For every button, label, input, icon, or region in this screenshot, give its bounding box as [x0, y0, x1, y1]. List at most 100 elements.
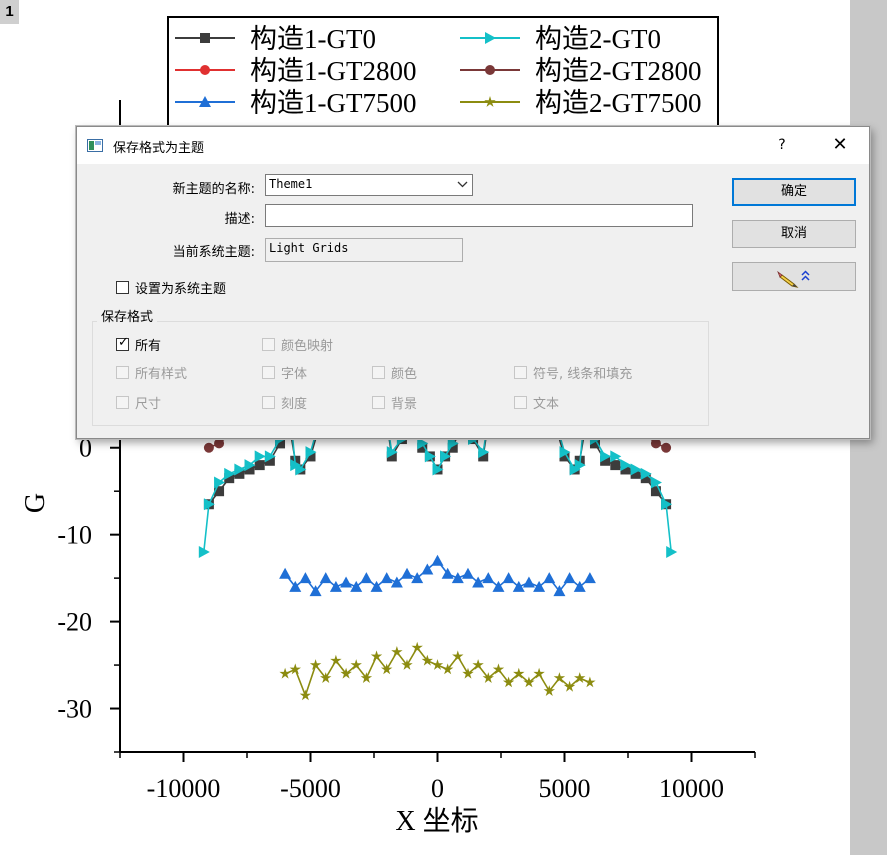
y-tick-label: -20 [57, 608, 92, 637]
data-point [522, 576, 535, 588]
data-point [502, 572, 515, 584]
checkbox-box[interactable] [372, 366, 385, 379]
data-point [203, 442, 214, 453]
data-point [666, 546, 678, 559]
data-point [431, 554, 444, 566]
layer-indicator[interactable]: 1 [0, 0, 19, 24]
data-point [401, 567, 414, 579]
help-button[interactable]: ? [767, 131, 797, 159]
legend-label[interactable]: 构造1-GT7500 [250, 88, 416, 118]
dialog-titlebar[interactable]: 保存格式为主题 ? ✕ [77, 127, 869, 164]
data-point [583, 572, 596, 584]
theme-name-label: 新主题的名称: [172, 182, 255, 197]
data-point [380, 572, 393, 584]
option-size-checkbox[interactable]: 尺寸 [116, 393, 161, 412]
data-point [214, 438, 225, 449]
data-point [461, 567, 474, 579]
cancel-button[interactable]: 取消 [732, 220, 856, 248]
y-tick-label: -30 [57, 695, 92, 724]
edit-expand-button[interactable] [732, 262, 856, 291]
option-background-checkbox[interactable]: 背景 [372, 393, 417, 412]
option-symbol-line-fill-label: 符号, 线条和填充 [533, 367, 633, 382]
x-tick-label: 5000 [539, 774, 591, 803]
option-text-checkbox[interactable]: 文本 [514, 393, 559, 412]
data-point [340, 576, 353, 588]
legend-label[interactable]: 构造1-GT0 [250, 24, 376, 54]
data-point [452, 650, 464, 662]
checkbox-box[interactable] [372, 396, 385, 409]
data-point [360, 572, 373, 584]
checkbox-box[interactable] [514, 396, 527, 409]
checkbox-box[interactable] [116, 396, 129, 409]
double-chevron-up-icon [801, 270, 810, 281]
option-all-label: 所有 [135, 339, 162, 354]
option-all-styles-label: 所有样式 [135, 367, 188, 382]
x-tick-label: -10000 [147, 774, 221, 803]
checkbox-box[interactable] [262, 338, 275, 351]
legend-label[interactable]: 构造1-GT2800 [250, 56, 416, 86]
option-font-label: 字体 [281, 367, 308, 382]
chevron-down-icon[interactable] [457, 181, 468, 188]
set-system-theme-checkbox[interactable]: 设置为系统主题 [116, 278, 226, 297]
x-tick-label: 0 [431, 774, 444, 803]
current-theme-field: Light Grids [265, 238, 463, 262]
data-point [650, 438, 661, 449]
series-up-triangle[interactable] [279, 554, 596, 597]
data-point [279, 567, 292, 579]
checkbox-box[interactable] [514, 366, 527, 379]
option-scale-checkbox[interactable]: 刻度 [262, 393, 307, 412]
y-axis-title[interactable]: G [20, 493, 51, 513]
option-color-checkbox[interactable]: 颜色 [372, 363, 417, 382]
data-point [543, 572, 556, 584]
save-format-as-theme-dialog: 保存格式为主题 ? ✕ 新主题的名称: Theme1 描述: 当前系统主题: L… [76, 126, 870, 439]
legend-label[interactable]: 构造2-GT2800 [535, 56, 701, 86]
y-tick-label: -10 [57, 521, 92, 550]
checkbox-box[interactable] [116, 366, 129, 379]
option-symbol-line-fill-checkbox[interactable]: 符号, 线条和填充 [514, 363, 632, 382]
ok-button[interactable]: 确定 [732, 178, 856, 206]
x-tick-label: 10000 [659, 774, 724, 803]
data-point [200, 65, 210, 75]
series-star[interactable] [279, 641, 596, 701]
option-all-styles-checkbox[interactable]: 所有样式 [116, 363, 187, 382]
data-point [584, 676, 596, 688]
option-color-map-checkbox[interactable]: 颜色映射 [262, 335, 333, 354]
data-point [330, 654, 342, 666]
x-axis-title[interactable]: X 坐标 [395, 805, 478, 837]
set-system-theme-label: 设置为系统主题 [135, 282, 227, 297]
description-input[interactable] [265, 204, 693, 227]
data-point [254, 460, 265, 471]
checkbox-box[interactable] [262, 396, 275, 409]
option-color-label: 颜色 [391, 367, 418, 382]
pencil-icon [777, 270, 810, 288]
data-point [370, 650, 383, 662]
check-mark-icon: ✓ [118, 335, 129, 350]
x-tick-label: -5000 [280, 774, 341, 803]
checkbox-box-checked[interactable]: ✓ [116, 335, 129, 351]
save-format-group-title: 保存格式 [97, 306, 158, 325]
checkbox-box[interactable] [116, 281, 129, 294]
option-font-checkbox[interactable]: 字体 [262, 363, 307, 382]
data-point [563, 572, 576, 584]
current-theme-label: 当前系统主题: [172, 245, 255, 260]
data-point [200, 33, 210, 43]
theme-name-combobox[interactable]: Theme1 [265, 174, 473, 196]
theme-name-value: Theme1 [269, 177, 313, 191]
close-button[interactable]: ✕ [823, 131, 857, 159]
data-point [279, 667, 291, 679]
data-point [431, 659, 444, 670]
data-point [309, 659, 322, 670]
option-color-map-label: 颜色映射 [281, 339, 334, 354]
option-all-checkbox[interactable]: ✓ 所有 [116, 335, 161, 354]
data-point [482, 572, 495, 584]
description-label: 描述: [224, 212, 255, 227]
option-text-label: 文本 [533, 397, 560, 412]
legend-label[interactable]: 构造2-GT0 [535, 24, 661, 54]
checkbox-box[interactable] [262, 366, 275, 379]
option-scale-label: 刻度 [281, 397, 308, 412]
data-point [299, 689, 312, 701]
legend-label[interactable]: 构造2-GT7500 [535, 88, 701, 118]
data-point [661, 442, 672, 453]
data-point [391, 646, 403, 657]
data-point [289, 663, 301, 675]
